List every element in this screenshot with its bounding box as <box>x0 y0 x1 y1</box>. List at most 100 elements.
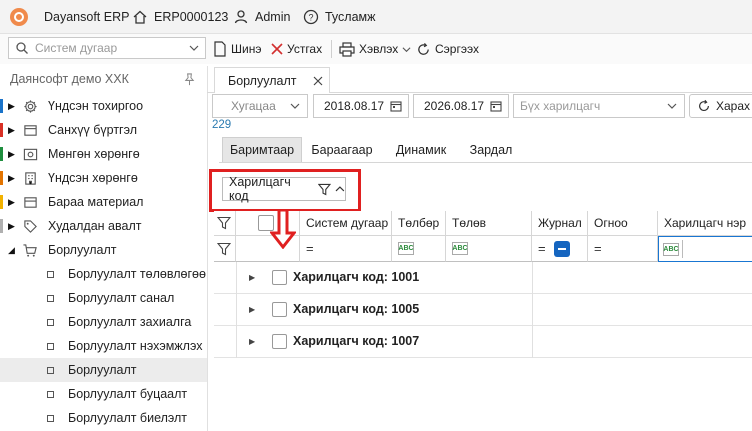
ledger-icon <box>22 122 38 138</box>
printer-icon <box>339 41 355 57</box>
chevron-down-icon <box>402 46 411 52</box>
refresh-icon <box>418 42 429 55</box>
column-header-label: Харилцагч нэр <box>664 216 746 230</box>
print-button[interactable]: Хэвлэх <box>339 38 411 60</box>
column-header[interactable]: Төлөв <box>446 211 532 236</box>
org-button[interactable]: ERP0000123 <box>132 0 228 33</box>
subtab-dynamic[interactable]: Динамик <box>388 137 454 162</box>
sidebar-item[interactable]: ◢ Борлуулалт <box>0 238 207 262</box>
subtab-by-item[interactable]: Бараагаар <box>307 137 377 162</box>
org-code: ERP0000123 <box>154 9 229 24</box>
equals-icon[interactable]: = <box>594 241 602 256</box>
filter-cell[interactable]: = <box>300 236 392 262</box>
building-icon <box>22 170 38 186</box>
sidebar-subitem[interactable]: Борлуулалт биелэлт <box>0 406 207 430</box>
checkbox-filter-icon[interactable] <box>553 240 570 257</box>
help-button[interactable]: ? Тусламж <box>303 0 376 33</box>
text-filter-icon[interactable]: ABC <box>398 242 414 255</box>
group-row[interactable]: ▶ Харилцагч код: 1005 <box>214 294 752 326</box>
chevron-right-icon[interactable]: ▶ <box>8 125 15 136</box>
chevron-right-icon[interactable]: ▶ <box>8 101 15 112</box>
chevron-up-icon[interactable] <box>335 184 345 194</box>
subtab-expense[interactable]: Зардал <box>462 137 520 162</box>
sidebar-subitem[interactable]: Борлуулалт нэхэмжлэх <box>0 334 207 358</box>
filter-cell[interactable]: ABC <box>446 236 532 262</box>
date-to-field[interactable]: 2026.08.17 <box>413 94 509 118</box>
column-header[interactable]: Төлбөр <box>392 211 446 236</box>
header-filter-cell[interactable] <box>214 211 236 236</box>
subtab-by-document[interactable]: Баримтаар <box>222 137 302 162</box>
close-icon <box>271 43 283 55</box>
column-divider <box>236 262 237 358</box>
calendar-icon[interactable] <box>390 100 402 112</box>
sidebar-item[interactable]: ▶ Худалдан авалт <box>0 214 207 238</box>
tab-sales[interactable]: Борлуулалт <box>214 67 330 93</box>
sidebar-item[interactable]: ▶ Үндсэн тохиргоо <box>0 94 207 118</box>
user-button[interactable]: Admin <box>233 0 290 33</box>
sidebar-subitem[interactable]: Борлуулалт төлөвлөгөө <box>0 262 207 286</box>
bullet-icon <box>47 342 54 350</box>
text-filter-icon[interactable]: ABC <box>663 242 679 256</box>
bullet-icon <box>47 294 54 302</box>
search-input[interactable]: Систем дугаар <box>8 37 206 59</box>
column-header[interactable]: Систем дугаар <box>300 211 392 236</box>
period-label: Хугацаа <box>231 99 276 113</box>
equals-icon[interactable]: = <box>306 241 314 256</box>
column-header[interactable]: Харилцагч нэр <box>658 211 752 236</box>
date-from-field[interactable]: 2018.08.17 <box>313 94 409 118</box>
filter-icon[interactable] <box>217 216 231 230</box>
sidebar-subitem[interactable]: Борлуулалт <box>0 358 207 382</box>
chevron-down-icon[interactable]: ◢ <box>8 245 15 256</box>
row-checkbox[interactable] <box>272 302 287 317</box>
subtab-label: Баримтаар <box>229 143 295 157</box>
row-checkbox[interactable] <box>272 270 287 285</box>
column-header[interactable]: Огноо <box>588 211 658 236</box>
sidebar-item[interactable]: ▶ Мөнгөн хөрөнгө <box>0 142 207 166</box>
sidebar-subitem[interactable]: Борлуулалт санал <box>0 286 207 310</box>
sidebar-subitem[interactable]: Борлуулалт буцаалт <box>0 382 207 406</box>
sidebar-subitem-label: Борлуулалт төлөвлөгөө <box>68 267 206 281</box>
delete-label: Устгах <box>287 42 323 56</box>
expand-icon[interactable]: ▶ <box>249 305 255 314</box>
app-name: Dayansoft ERP <box>44 9 130 24</box>
group-chip-partner-code[interactable]: Харилцагч код <box>222 175 346 203</box>
text-filter-icon[interactable]: ABC <box>452 242 468 255</box>
filter-icon[interactable] <box>217 242 231 256</box>
box-icon <box>22 194 38 210</box>
delete-button[interactable]: Устгах <box>271 38 322 60</box>
expand-icon[interactable]: ▶ <box>249 273 255 282</box>
row-checkbox[interactable] <box>272 334 287 349</box>
view-button[interactable]: Харах <box>689 94 752 118</box>
expand-icon[interactable]: ▶ <box>249 337 255 346</box>
partner-select[interactable]: Бүх харилцагч <box>513 94 685 118</box>
group-row[interactable]: ▶ Харилцагч код: 1001 <box>214 262 752 294</box>
sidebar-subitem-label: Борлуулалт санал <box>68 291 175 305</box>
sidebar-item[interactable]: ▶ Үндсэн хөрөнгө <box>0 166 207 190</box>
chevron-down-icon[interactable] <box>189 43 199 53</box>
filter-cell[interactable]: = <box>532 236 588 262</box>
new-button[interactable]: Шинэ <box>213 38 261 60</box>
record-count: 229 <box>212 119 232 131</box>
filter-cell-partner-name[interactable]: ABC <box>658 236 752 262</box>
chevron-right-icon[interactable]: ▶ <box>8 173 15 184</box>
equals-icon[interactable]: = <box>538 241 546 256</box>
filter-row-icon-cell[interactable] <box>214 236 236 262</box>
sidebar-item[interactable]: ▶ Бараа материал <box>0 190 207 214</box>
chevron-right-icon[interactable]: ▶ <box>8 149 15 160</box>
column-header-label: Огноо <box>594 216 628 230</box>
chevron-right-icon[interactable]: ▶ <box>8 221 15 232</box>
filter-cell[interactable]: ABC <box>392 236 446 262</box>
sidebar-item[interactable]: ▶ Санхүү бүртгэл <box>0 118 207 142</box>
refresh-button[interactable]: Сэргээх <box>416 38 479 60</box>
group-row[interactable]: ▶ Харилцагч код: 1007 <box>214 326 752 358</box>
close-icon[interactable] <box>313 76 323 86</box>
filter-icon[interactable] <box>318 183 332 196</box>
column-header[interactable]: Журнал <box>532 211 588 236</box>
sidebar-subitem[interactable]: Борлуулалт захиалга <box>0 310 207 334</box>
pin-icon[interactable] <box>183 73 196 86</box>
calendar-icon[interactable] <box>490 100 502 112</box>
refresh-icon <box>699 99 709 112</box>
chevron-right-icon[interactable]: ▶ <box>8 197 15 208</box>
period-select[interactable]: Хугацаа <box>212 94 308 118</box>
filter-cell[interactable]: = <box>588 236 658 262</box>
